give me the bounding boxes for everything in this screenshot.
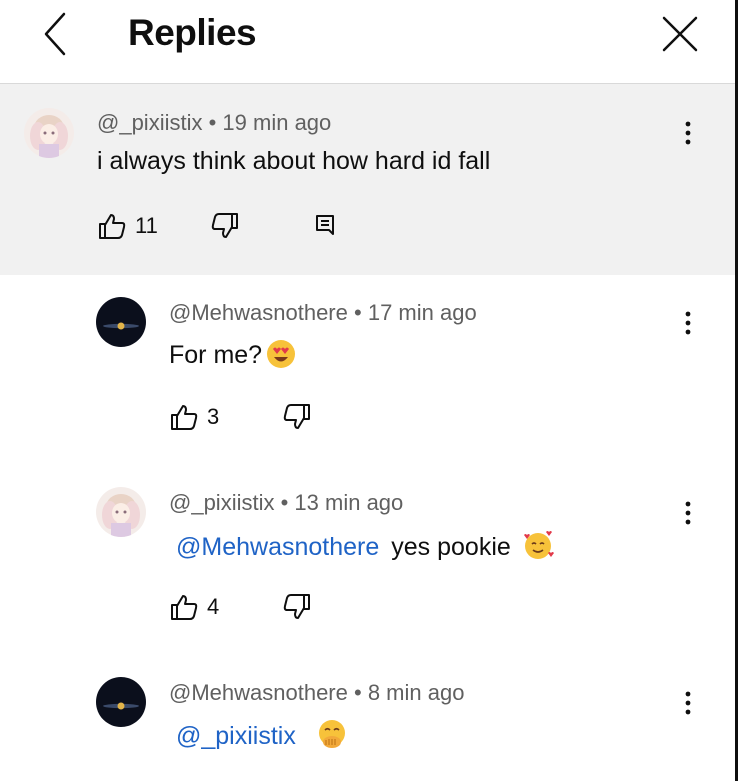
more-vert-icon — [685, 121, 691, 145]
avatar[interactable] — [96, 677, 146, 727]
pastel-anime-avatar-icon — [96, 487, 146, 537]
dark-planet-avatar-icon — [96, 677, 146, 727]
author-name[interactable]: @_pixiistix — [169, 490, 274, 515]
meta-separator: • — [354, 300, 362, 325]
meta-separator: • — [280, 490, 289, 515]
comment-body: For me? — [169, 341, 263, 369]
more-options-button[interactable] — [678, 498, 698, 528]
more-vert-icon — [685, 311, 691, 335]
like-button[interactable]: 11 — [97, 210, 158, 242]
thumb-up-icon — [171, 405, 198, 430]
avatar[interactable] — [96, 297, 146, 347]
author-name[interactable]: @Mehwasnothere — [169, 300, 348, 325]
close-button[interactable] — [656, 10, 704, 58]
thumb-up-icon — [99, 214, 126, 239]
thumb-down-icon — [283, 594, 310, 619]
dark-planet-avatar-icon — [96, 297, 146, 347]
more-vert-icon — [685, 691, 691, 715]
page-title: Replies — [128, 12, 257, 53]
thumb-up-icon — [171, 595, 198, 620]
close-icon — [662, 16, 698, 52]
comment-meta: @_pixiistix • 19 min ago — [97, 110, 331, 136]
comment-body: yes pookie — [391, 533, 511, 561]
reply-comment-icon — [316, 215, 334, 235]
comment-meta: @Mehwasnothere • 8 min ago — [169, 680, 464, 706]
like-count: 4 — [207, 594, 220, 619]
thumb-down-icon — [211, 213, 238, 238]
comment-text: For me? — [169, 339, 296, 376]
chevron-left-icon — [44, 12, 66, 56]
thumb-down-icon — [283, 404, 310, 429]
hand-over-mouth-emoji-icon — [316, 718, 348, 757]
mention-link[interactable]: @Mehwasnothere — [176, 533, 379, 561]
meta-separator: • — [208, 110, 217, 135]
avatar[interactable] — [96, 487, 146, 537]
author-name[interactable]: @_pixiistix — [97, 110, 202, 135]
pastel-anime-avatar-icon — [24, 108, 74, 158]
reply-button[interactable] — [312, 210, 338, 242]
comment-meta: @_pixiistix • 13 min ago — [169, 490, 403, 516]
more-vert-icon — [685, 501, 691, 525]
author-name[interactable]: @Mehwasnothere — [169, 680, 348, 705]
comment-text: @_pixiistix — [176, 718, 348, 757]
more-options-button[interactable] — [678, 688, 698, 718]
mention-link[interactable]: @_pixiistix — [176, 722, 296, 750]
dislike-button[interactable] — [210, 210, 240, 242]
meta-separator: • — [354, 680, 362, 705]
timestamp: 13 min ago — [294, 490, 404, 515]
heart-eyes-emoji-icon — [266, 339, 296, 376]
comment-meta: @Mehwasnothere • 17 min ago — [169, 300, 477, 326]
dislike-button[interactable] — [282, 401, 312, 433]
timestamp: 17 min ago — [367, 300, 477, 325]
comment-text: @Mehwasnothere yes pookie — [176, 529, 555, 568]
comment-text: i always think about how hard id fall — [97, 147, 491, 175]
back-button[interactable] — [36, 10, 80, 58]
more-options-button[interactable] — [678, 118, 698, 148]
dislike-button[interactable] — [282, 591, 312, 623]
avatar[interactable] — [24, 108, 74, 158]
replies-header: Replies — [0, 0, 735, 84]
timestamp: 19 min ago — [222, 110, 332, 135]
like-count: 3 — [207, 404, 220, 429]
more-options-button[interactable] — [678, 308, 698, 338]
like-count: 11 — [135, 213, 158, 238]
timestamp: 8 min ago — [367, 680, 465, 705]
parent-comment: @_pixiistix • 19 min ago i always think … — [0, 84, 735, 275]
like-button[interactable]: 4 — [169, 591, 219, 623]
like-button[interactable]: 3 — [169, 401, 219, 433]
smiling-face-with-hearts-emoji-icon — [521, 529, 555, 568]
